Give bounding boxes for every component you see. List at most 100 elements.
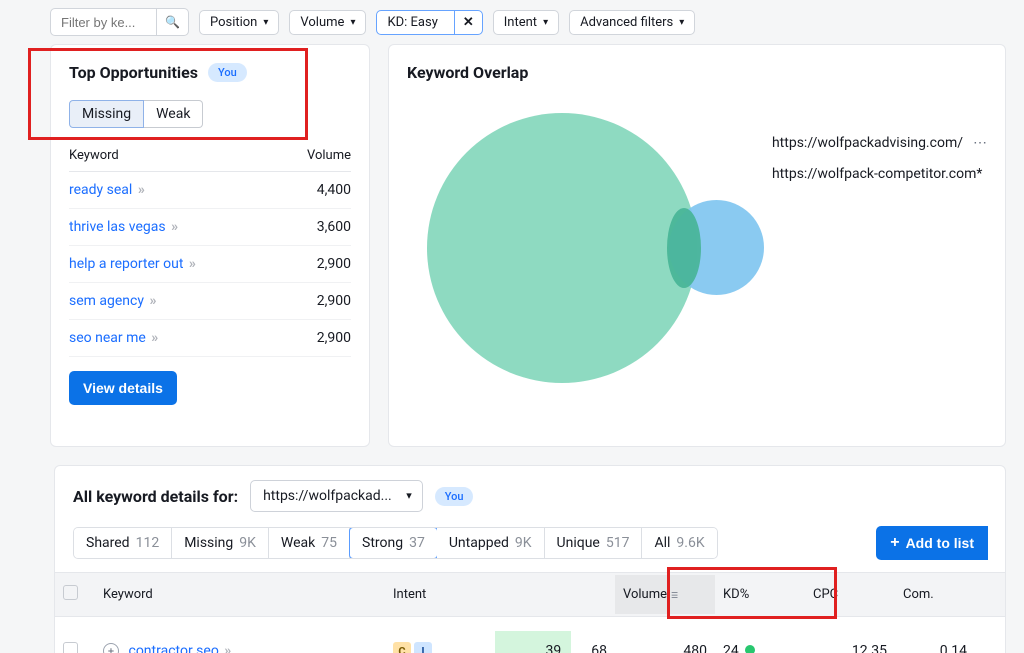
col-header-volume[interactable]: Volume xyxy=(615,575,715,614)
row-volume: 480 xyxy=(615,629,715,653)
chevron-down-icon: ▾ xyxy=(543,17,548,28)
plus-icon: + xyxy=(890,534,899,552)
opportunities-segment-control: Missing Weak xyxy=(69,100,351,128)
top-opportunities-card: Top Opportunities You Missing Weak Keywo… xyxy=(50,44,370,447)
top-opportunities-title: Top Opportunities xyxy=(69,63,198,82)
col-header-kd[interactable]: KD% xyxy=(715,575,805,614)
tab-missing[interactable]: Missing9K xyxy=(172,528,269,558)
double-chevron-icon: » xyxy=(149,293,156,309)
search-icon xyxy=(165,14,180,30)
table-row: ready seal » 4,400 xyxy=(69,172,351,209)
chevron-down-icon: ▾ xyxy=(350,17,355,28)
segment-weak[interactable]: Weak xyxy=(144,100,203,128)
venn-circle-primary xyxy=(427,113,697,383)
double-chevron-icon: » xyxy=(224,643,231,653)
venn-intersection xyxy=(667,208,701,288)
row-cpc: 12.35 xyxy=(805,629,895,653)
double-chevron-icon: » xyxy=(171,219,178,235)
keyword-link[interactable]: thrive las vegas » xyxy=(69,219,178,235)
filter-keyword-input-wrap[interactable] xyxy=(50,8,157,36)
close-icon: ✕ xyxy=(463,15,474,30)
segment-missing[interactable]: Missing xyxy=(69,100,144,128)
intent-badges: C I xyxy=(385,628,495,653)
add-to-list-label: Add to list xyxy=(906,535,974,551)
col-header-com[interactable]: Com. xyxy=(895,575,975,614)
legend-menu-icon[interactable]: ⋯ xyxy=(973,135,987,151)
you-badge: You xyxy=(435,487,474,506)
row-com: 0.14 xyxy=(895,629,975,653)
add-to-list-button[interactable]: + Add to list xyxy=(876,526,988,560)
keyword-details-card: All keyword details for: https://wolfpac… xyxy=(54,465,1006,653)
filter-bar: Position ▾ Volume ▾ KD: Easy ✕ Intent ▾ … xyxy=(0,0,1024,44)
filter-kd-active[interactable]: KD: Easy ✕ xyxy=(376,10,482,35)
keyword-volume: 2,900 xyxy=(278,283,351,320)
tab-strong[interactable]: Strong37 xyxy=(349,527,438,559)
intent-badge-informational-icon: I xyxy=(414,642,432,653)
col-header-keyword[interactable]: Keyword xyxy=(69,138,278,172)
filter-volume-label: Volume xyxy=(300,15,344,30)
tab-all[interactable]: All9.6K xyxy=(642,528,716,558)
filter-keyword-input[interactable] xyxy=(61,15,146,30)
filter-volume[interactable]: Volume ▾ xyxy=(289,10,366,35)
double-chevron-icon: » xyxy=(189,256,196,272)
tab-weak[interactable]: Weak75 xyxy=(269,528,350,558)
filter-kd-clear-button[interactable]: ✕ xyxy=(454,11,482,34)
table-row: sem agency » 2,900 xyxy=(69,283,351,320)
filter-advanced[interactable]: Advanced filters ▾ xyxy=(569,10,695,35)
keyword-volume: 2,900 xyxy=(278,246,351,283)
keyword-link[interactable]: seo near me » xyxy=(69,330,158,346)
keyword-link[interactable]: contractor seo » xyxy=(128,643,231,653)
legend-item: https://wolfpack-competitor.com* xyxy=(772,159,987,190)
view-details-button[interactable]: View details xyxy=(69,371,177,405)
position-band: 39 xyxy=(495,631,571,653)
select-all-checkbox[interactable] xyxy=(63,585,78,600)
keyword-link[interactable]: sem agency » xyxy=(69,293,156,309)
sort-icon xyxy=(671,587,678,602)
keyword-details-title: All keyword details for: xyxy=(73,487,238,506)
url-select-value: https://wolfpackad... xyxy=(263,488,392,504)
keyword-overlap-card: Keyword Overlap https://wolfpackadvising… xyxy=(388,44,1006,447)
filter-position[interactable]: Position ▾ xyxy=(199,10,279,35)
filter-keyword-search-button[interactable] xyxy=(157,8,189,36)
chevron-down-icon: ▾ xyxy=(263,17,268,28)
details-tabs: Shared112 Missing9K Weak75 Strong37 Unta… xyxy=(73,527,718,559)
keyword-volume: 2,900 xyxy=(278,320,351,357)
keyword-volume: 4,400 xyxy=(278,172,351,209)
double-chevron-icon: » xyxy=(138,182,145,198)
row-kd: 24 xyxy=(715,629,805,653)
legend-item: https://wolfpackadvising.com/⋯ xyxy=(772,128,987,159)
row-checkbox[interactable] xyxy=(63,642,78,653)
col-header-keyword[interactable]: Keyword xyxy=(95,575,385,614)
kd-difficulty-dot-icon xyxy=(745,645,755,653)
filter-kd-label: KD: Easy xyxy=(377,11,447,34)
col-header-cpc[interactable]: CPC xyxy=(805,575,895,614)
keyword-link[interactable]: help a reporter out » xyxy=(69,256,196,272)
you-badge: You xyxy=(208,63,247,82)
url-select[interactable]: https://wolfpackad... xyxy=(250,480,423,512)
filter-advanced-label: Advanced filters xyxy=(580,15,673,30)
table-row: seo near me » 2,900 xyxy=(69,320,351,357)
tab-unique[interactable]: Unique517 xyxy=(545,528,643,558)
intent-badge-commercial-icon: C xyxy=(393,642,411,653)
col-header-intent[interactable]: Intent xyxy=(385,575,495,614)
table-row: help a reporter out » 2,900 xyxy=(69,246,351,283)
chevron-down-icon: ▾ xyxy=(679,17,684,28)
details-table-row: + contractor seo » C I 39 68 480 24 12.3… xyxy=(55,617,1005,653)
expand-row-button[interactable]: + xyxy=(103,643,119,653)
venn-diagram xyxy=(417,98,797,418)
secondary-position-value: 68 xyxy=(591,643,607,653)
double-chevron-icon: » xyxy=(151,330,158,346)
tab-shared[interactable]: Shared112 xyxy=(74,528,172,558)
keyword-volume: 3,600 xyxy=(278,209,351,246)
opportunities-table: Keyword Volume ready seal » 4,400 thrive… xyxy=(69,138,351,357)
tab-untapped[interactable]: Untapped9K xyxy=(437,528,545,558)
col-header-volume[interactable]: Volume xyxy=(278,138,351,172)
details-table-header: Keyword Intent Volume KD% CPC Com. xyxy=(55,572,1005,617)
filter-intent[interactable]: Intent ▾ xyxy=(493,10,559,35)
keyword-overlap-title: Keyword Overlap xyxy=(407,63,987,82)
overlap-legend: https://wolfpackadvising.com/⋯ https://w… xyxy=(772,128,987,190)
filter-position-label: Position xyxy=(210,15,257,30)
table-row: thrive las vegas » 3,600 xyxy=(69,209,351,246)
filter-intent-label: Intent xyxy=(504,15,537,30)
keyword-link[interactable]: ready seal » xyxy=(69,182,145,198)
